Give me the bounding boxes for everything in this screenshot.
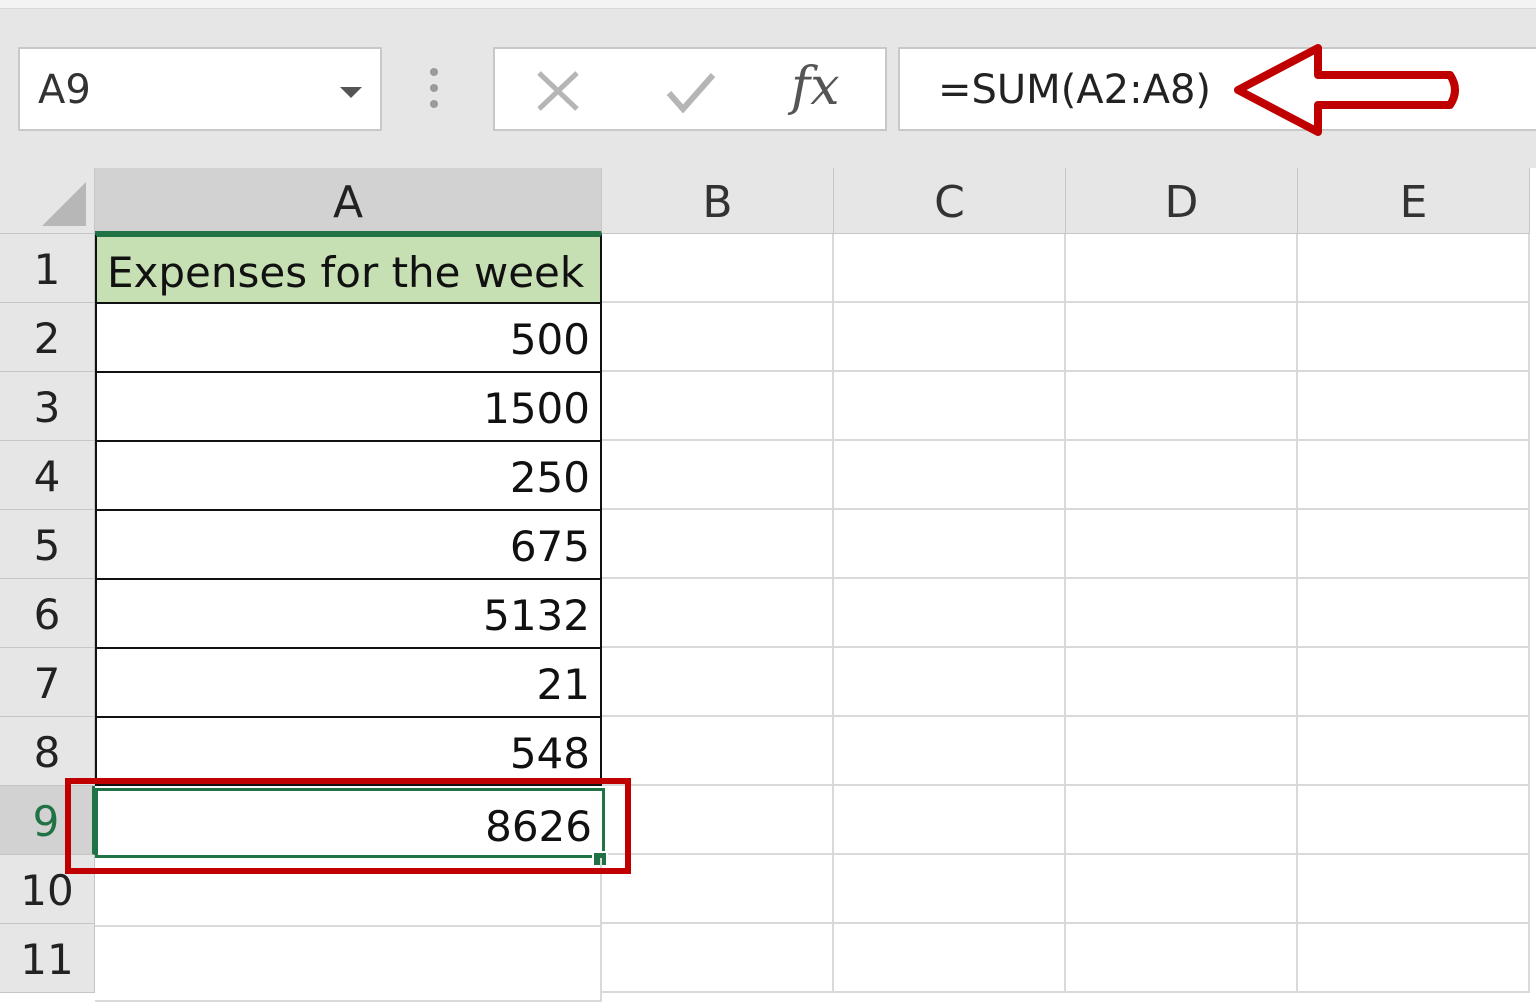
cell-b1[interactable] <box>602 234 834 303</box>
row-header-2[interactable]: 2 <box>0 303 95 372</box>
column-header-a[interactable]: A <box>95 168 602 234</box>
cell-a11[interactable] <box>95 927 602 1002</box>
cell-e9[interactable] <box>1298 786 1530 855</box>
row-header-3[interactable]: 3 <box>0 372 95 441</box>
cell-a5[interactable]: 675 <box>95 511 602 580</box>
column-header-e[interactable]: E <box>1298 168 1530 234</box>
column-header-b[interactable]: B <box>602 168 834 234</box>
annotation-highlight-box <box>65 778 631 874</box>
cell-b2[interactable] <box>602 303 834 372</box>
cell-e11[interactable] <box>1298 924 1530 993</box>
cell-a8[interactable]: 548 <box>95 718 602 786</box>
cell-b10[interactable] <box>602 855 834 924</box>
cell-e2[interactable] <box>1298 303 1530 372</box>
formula-bar-buttons: fx <box>493 47 887 131</box>
cell-d7[interactable] <box>1066 648 1298 717</box>
cell-c11[interactable] <box>834 924 1066 993</box>
cell-d9[interactable] <box>1066 786 1298 855</box>
cell-b6[interactable] <box>602 579 834 648</box>
cell-c10[interactable] <box>834 855 1066 924</box>
cell-d2[interactable] <box>1066 303 1298 372</box>
row-header-8[interactable]: 8 <box>0 717 95 786</box>
annotation-arrow-icon <box>1234 44 1459 136</box>
cancel-icon[interactable] <box>535 71 581 111</box>
select-all-button[interactable] <box>0 168 95 234</box>
cell-c6[interactable] <box>834 579 1066 648</box>
row-header-6[interactable]: 6 <box>0 579 95 648</box>
formula-text: =SUM(A2:A8) <box>938 67 1212 113</box>
cell-e8[interactable] <box>1298 717 1530 786</box>
cell-e4[interactable] <box>1298 441 1530 510</box>
cell-e6[interactable] <box>1298 579 1530 648</box>
cell-a1[interactable]: Expenses for the week <box>95 234 602 304</box>
cell-d4[interactable] <box>1066 441 1298 510</box>
cell-c5[interactable] <box>834 510 1066 579</box>
cell-e3[interactable] <box>1298 372 1530 441</box>
name-box[interactable]: A9 <box>18 47 382 131</box>
cell-c7[interactable] <box>834 648 1066 717</box>
cell-c9[interactable] <box>834 786 1066 855</box>
row-header-1[interactable]: 1 <box>0 234 95 303</box>
cell-c2[interactable] <box>834 303 1066 372</box>
cell-b11[interactable] <box>602 924 834 993</box>
cell-a2[interactable]: 500 <box>95 304 602 373</box>
cell-d1[interactable] <box>1066 234 1298 303</box>
cell-a3[interactable]: 1500 <box>95 373 602 442</box>
cell-c4[interactable] <box>834 441 1066 510</box>
cell-e7[interactable] <box>1298 648 1530 717</box>
cell-b8[interactable] <box>602 717 834 786</box>
cell-a4[interactable]: 250 <box>95 442 602 511</box>
cell-e10[interactable] <box>1298 855 1530 924</box>
ribbon-edge <box>0 0 1536 9</box>
cell-a7[interactable]: 21 <box>95 649 602 718</box>
column-header-c[interactable]: C <box>834 168 1066 234</box>
chevron-down-icon[interactable] <box>340 87 362 98</box>
cell-d10[interactable] <box>1066 855 1298 924</box>
cell-a6[interactable]: 5132 <box>95 580 602 649</box>
cell-b3[interactable] <box>602 372 834 441</box>
cell-b7[interactable] <box>602 648 834 717</box>
cell-e5[interactable] <box>1298 510 1530 579</box>
row-header-5[interactable]: 5 <box>0 510 95 579</box>
cell-d11[interactable] <box>1066 924 1298 993</box>
row-header-11[interactable]: 11 <box>0 924 95 993</box>
cell-c1[interactable] <box>834 234 1066 303</box>
row-header-7[interactable]: 7 <box>0 648 95 717</box>
select-all-triangle-icon <box>42 182 86 226</box>
cell-c3[interactable] <box>834 372 1066 441</box>
cell-b9[interactable] <box>602 786 834 855</box>
worksheet-grid: A B C D E 1 2 3 4 5 6 7 8 9 10 11 Expens… <box>0 168 1536 1002</box>
cell-d8[interactable] <box>1066 717 1298 786</box>
drag-handle-icon[interactable] <box>430 68 440 112</box>
cell-d3[interactable] <box>1066 372 1298 441</box>
cell-b4[interactable] <box>602 441 834 510</box>
name-box-value: A9 <box>38 67 91 113</box>
cell-d6[interactable] <box>1066 579 1298 648</box>
column-header-d[interactable]: D <box>1066 168 1298 234</box>
insert-function-icon[interactable]: fx <box>791 57 840 117</box>
checkmark-icon[interactable] <box>665 71 717 113</box>
cell-c8[interactable] <box>834 717 1066 786</box>
row-header-4[interactable]: 4 <box>0 441 95 510</box>
cell-e1[interactable] <box>1298 234 1530 303</box>
cell-d5[interactable] <box>1066 510 1298 579</box>
cell-b5[interactable] <box>602 510 834 579</box>
